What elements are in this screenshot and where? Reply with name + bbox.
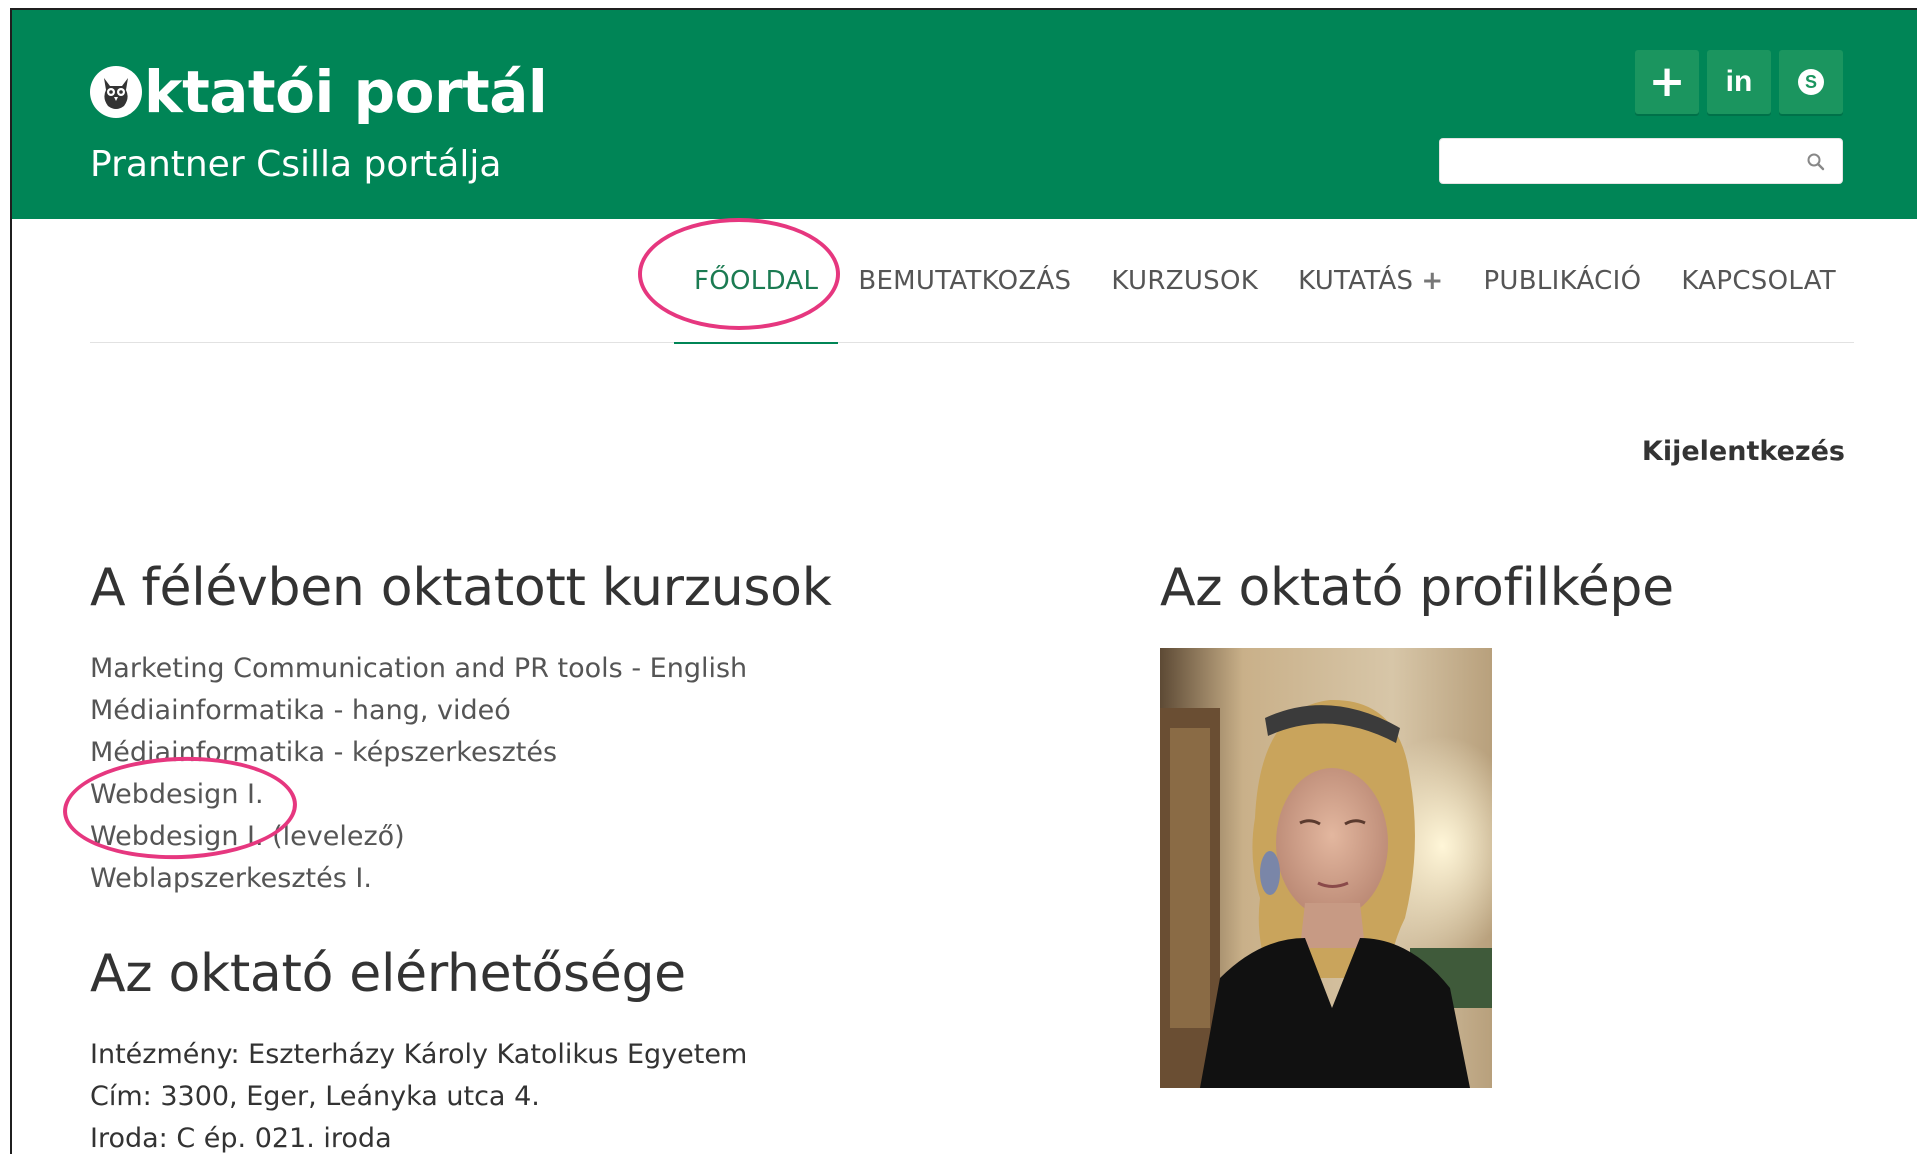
nav-item-publikacio[interactable]: PUBLIKÁCIÓ [1463,219,1661,343]
nav-item-bemutatkozas[interactable]: BEMUTATKOZÁS [838,219,1091,343]
course-link[interactable]: Médiainformatika - képszerkesztés [90,732,990,774]
profile-heading: Az oktató profilképe [1160,558,1674,618]
logout-link[interactable]: Kijelentkezés [1642,436,1845,467]
course-link-webdesign[interactable]: Webdesign I. [90,774,990,816]
course-link[interactable]: Médiainformatika - hang, videó [90,690,990,732]
owl-logo-icon [90,66,142,118]
contact-office: Iroda: C ép. 021. iroda [90,1123,392,1154]
search-icon[interactable] [1806,152,1826,172]
profile-photo [1160,648,1492,1088]
skype-icon: S [1798,69,1824,95]
course-list: Marketing Communication and PR tools - E… [90,648,990,900]
contact-address: Cím: 3300, Eger, Leányka utca 4. [90,1081,540,1112]
skype-button[interactable]: S [1779,50,1843,114]
course-link[interactable]: Webdesign I. (levelező) [90,816,990,858]
search-input[interactable] [1440,139,1842,183]
right-column: Az oktató profilképe [1160,558,1860,1088]
browser-frame: ktatói portál Prantner Csilla portálja +… [10,8,1917,1154]
site-header: ktatói portál Prantner Csilla portálja +… [12,10,1917,219]
social-buttons: + in S [1635,50,1843,114]
brand-text: ktatói portál [144,58,548,126]
courses-heading: A félévben oktatott kurzusok [90,558,832,618]
left-column: A félévben oktatott kurzusok Marketing C… [90,558,990,1154]
plus-icon: + [1648,56,1686,107]
plus-button[interactable]: + [1635,50,1699,114]
contact-institution: Intézmény: Eszterházy Károly Katolikus E… [90,1039,748,1070]
expand-plus-icon: + [1421,266,1444,296]
site-logo[interactable]: ktatói portál [90,58,548,126]
course-link[interactable]: Weblapszerkesztés I. [90,858,990,900]
search-box [1439,138,1843,184]
site-subtitle: Prantner Csilla portálja [90,144,502,185]
nav-item-kutatas[interactable]: KUTATÁS + [1278,219,1463,343]
contact-heading: Az oktató elérhetősége [90,944,686,1004]
nav-item-kapcsolat[interactable]: KAPCSOLAT [1661,219,1854,343]
linkedin-icon: in [1725,65,1753,98]
course-link[interactable]: Marketing Communication and PR tools - E… [90,648,990,690]
contact-info: Intézmény: Eszterházy Károly Katolikus E… [90,1034,990,1154]
main-nav: FŐOLDAL BEMUTATKOZÁS KURZUSOK KUTATÁS + … [90,219,1854,344]
linkedin-button[interactable]: in [1707,50,1771,114]
nav-item-fooldal[interactable]: FŐOLDAL [674,219,839,344]
nav-item-kurzusok[interactable]: KURZUSOK [1091,219,1278,343]
